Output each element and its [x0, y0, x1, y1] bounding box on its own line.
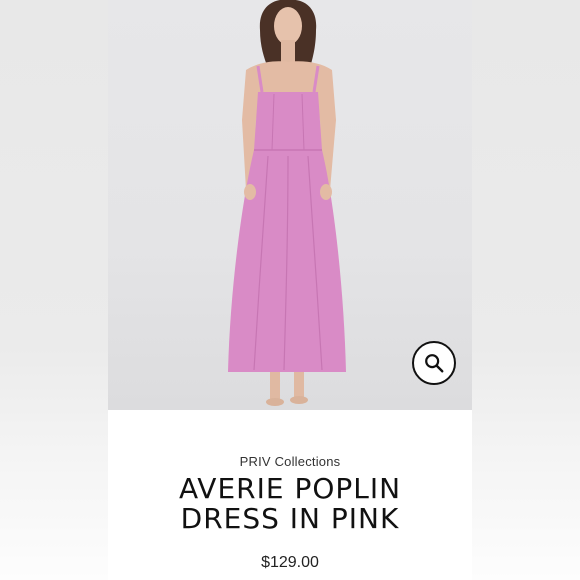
product-title-line-1: AVERIE POPLIN [178, 472, 402, 505]
product-page: PRIV Collections AVERIE POPLIN DRESS IN … [0, 0, 580, 580]
product-info: PRIV Collections AVERIE POPLIN DRESS IN … [108, 410, 472, 580]
search-icon [425, 354, 444, 373]
left-margin [0, 0, 108, 580]
right-margin [472, 0, 580, 580]
product-title-line-2: DRESS IN PINK [180, 502, 400, 535]
zoom-button[interactable] [412, 341, 456, 385]
product-price: $129.00 [261, 554, 319, 571]
product-title: AVERIE POPLIN DRESS IN PINK [108, 474, 472, 534]
brand-name[interactable]: PRIV Collections [108, 454, 472, 469]
